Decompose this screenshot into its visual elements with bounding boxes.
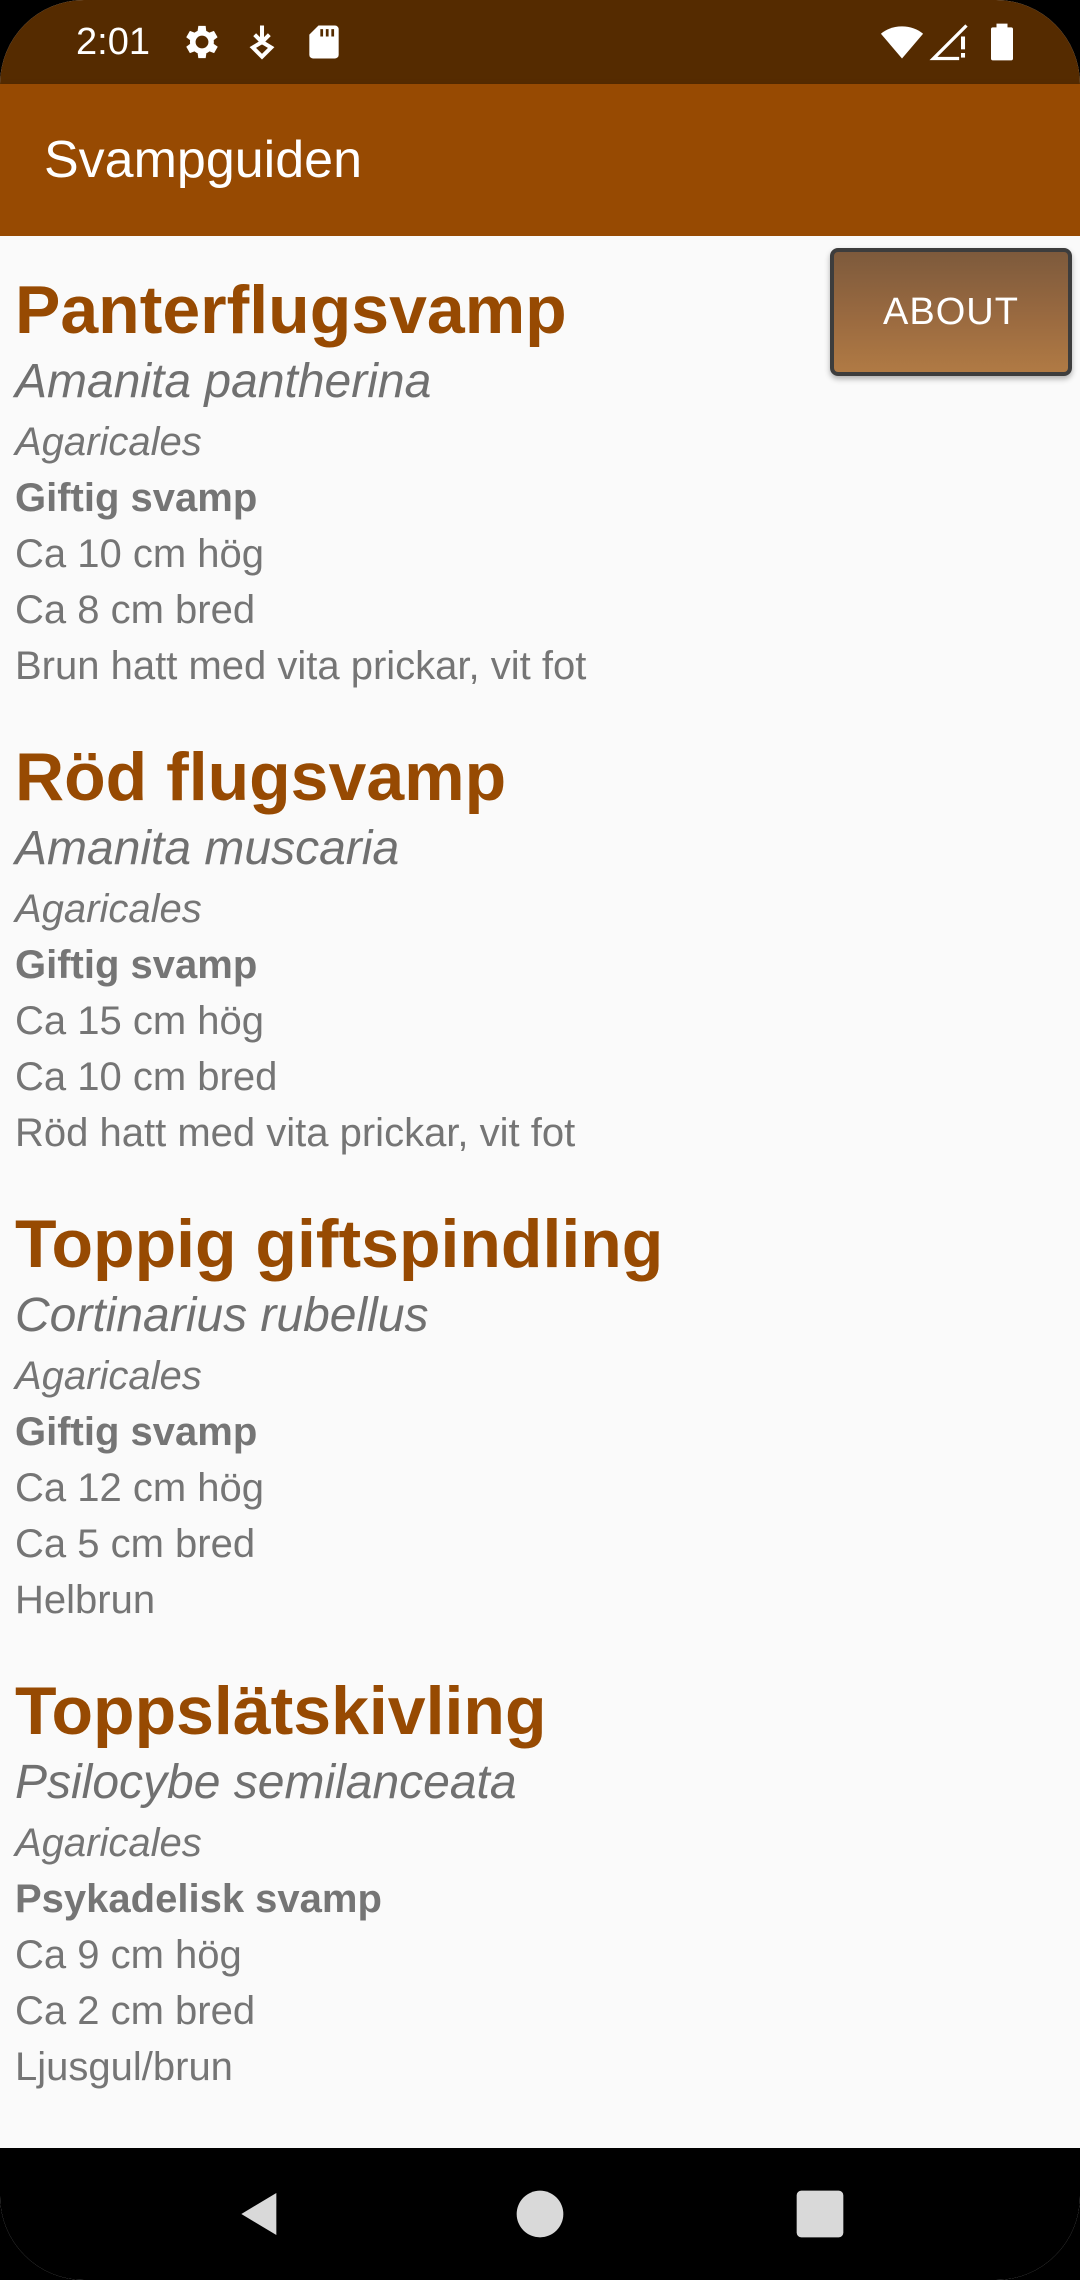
- mushroom-width: Ca 2 cm bred: [15, 1989, 256, 2033]
- mushroom-height: Ca 9 cm hög: [15, 1933, 242, 1977]
- about-button[interactable]: ABOUT: [830, 248, 1072, 376]
- mushroom-description: Helbrun: [15, 1578, 156, 1622]
- sd-card-icon: [302, 20, 346, 64]
- battery-icon: [980, 20, 1024, 64]
- status-time: 2:01: [76, 21, 150, 63]
- mushroom-item: Toppslätskivling Psilocybe semilanceata …: [15, 1671, 815, 2095]
- mushroom-type: Giftig svamp: [15, 943, 258, 987]
- mushroom-item: Röd flugsvamp Amanita muscaria Agaricale…: [15, 737, 815, 1161]
- back-icon[interactable]: [232, 2186, 288, 2242]
- mushroom-type: Psykadelisk svamp: [15, 1877, 382, 1921]
- mushroom-latin-name: Cortinarius rubellus: [15, 1289, 429, 1342]
- navigation-bar: [0, 2148, 1080, 2280]
- mushroom-height: Ca 15 cm hög: [15, 999, 265, 1043]
- status-bar: 2:01: [0, 0, 1080, 84]
- mushroom-height: Ca 12 cm hög: [15, 1466, 265, 1510]
- mushroom-height: Ca 10 cm hög: [15, 532, 265, 576]
- app-title: Svampguiden: [44, 131, 362, 189]
- mushroom-width: Ca 8 cm bred: [15, 588, 256, 632]
- wifi-icon: [878, 20, 926, 64]
- download-icon: [240, 20, 284, 64]
- mushroom-type: Giftig svamp: [15, 1410, 258, 1454]
- mushroom-order: Agaricales: [15, 887, 202, 931]
- home-icon[interactable]: [512, 2186, 568, 2242]
- mushroom-type: Giftig svamp: [15, 476, 258, 520]
- mushroom-latin-name: Amanita pantherina: [15, 355, 432, 408]
- mushroom-order: Agaricales: [15, 1354, 202, 1398]
- mushroom-item: Toppig giftspindling Cortinarius rubellu…: [15, 1204, 815, 1628]
- mushroom-name: Röd flugsvamp: [15, 739, 507, 815]
- recents-icon[interactable]: [792, 2186, 848, 2242]
- mushroom-description: Brun hatt med vita prickar, vit fot: [15, 644, 587, 688]
- mushroom-latin-name: Amanita muscaria: [15, 822, 400, 875]
- mushroom-name: Panterflugsvamp: [15, 272, 567, 348]
- app-bar: Svampguiden: [0, 84, 1080, 236]
- mushroom-description: Röd hatt med vita prickar, vit fot: [15, 1111, 576, 1155]
- mushroom-order: Agaricales: [15, 420, 202, 464]
- phone-screen: 2:01 Svampguiden ABOUT Panterflugsvamp A…: [0, 0, 1080, 2280]
- mushroom-order: Agaricales: [15, 1821, 202, 1865]
- mushroom-name: Toppslätskivling: [15, 1673, 547, 1749]
- signal-icon: [928, 20, 972, 64]
- mushroom-name: Toppig giftspindling: [15, 1206, 664, 1282]
- mushroom-list: ABOUT Panterflugsvamp Amanita pantherina…: [0, 236, 1080, 2148]
- mushroom-width: Ca 5 cm bred: [15, 1522, 256, 1566]
- mushroom-item: Panterflugsvamp Amanita pantherina Agari…: [15, 270, 815, 694]
- mushroom-width: Ca 10 cm bred: [15, 1055, 278, 1099]
- mushroom-latin-name: Psilocybe semilanceata: [15, 1756, 517, 1809]
- mushroom-description: Ljusgul/brun: [15, 2045, 233, 2089]
- gear-icon: [180, 20, 224, 64]
